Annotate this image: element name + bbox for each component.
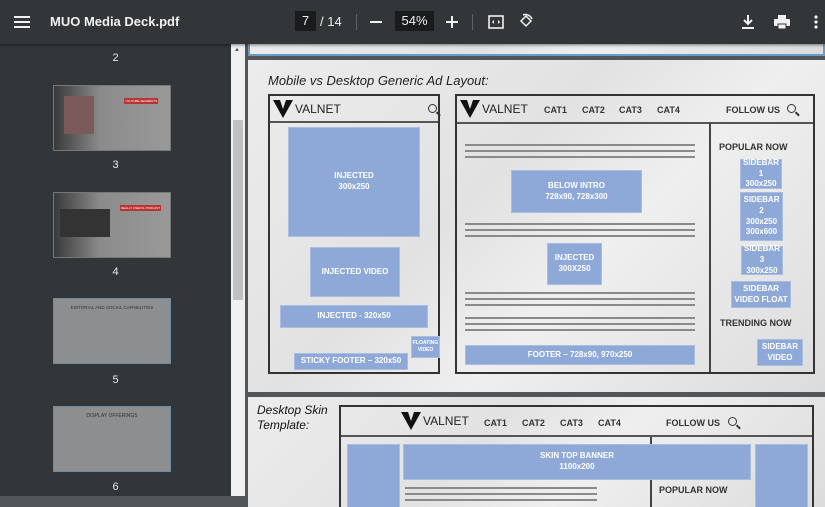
- search-icon: [728, 417, 737, 426]
- heading-line: Template:: [257, 418, 310, 432]
- document-title: MUO Media Deck.pdf: [50, 14, 180, 29]
- scrollbar-thumb[interactable]: [233, 120, 243, 300]
- text-placeholder-lines: [465, 317, 695, 335]
- text-placeholder-lines: [465, 144, 695, 162]
- download-icon[interactable]: [738, 12, 758, 32]
- thumbnail-heading: DISPLAY OFFERINGS: [86, 413, 138, 419]
- thumbnail-heading: YOUTUBE SEGMENTS: [124, 98, 159, 104]
- pdf-page-7: Mobile vs Desktop Generic Ad Layout: VAL…: [248, 60, 825, 392]
- ad-footer: FOOTER – 728x90, 970x250: [465, 345, 695, 365]
- ad-injected-300x250: INJECTED 300x250: [288, 127, 420, 237]
- thumbnail-label[interactable]: 2: [0, 52, 231, 64]
- nav-cat4: CAT4: [657, 105, 680, 115]
- thumbnail-page-3[interactable]: YOUTUBE SEGMENTS: [53, 85, 171, 151]
- follow-us: FOLLOW US: [666, 418, 720, 428]
- follow-us: FOLLOW US: [726, 105, 780, 115]
- heading-line: Desktop Skin: [257, 403, 328, 417]
- thumbnail-image: [64, 96, 94, 134]
- brand-name: VALNET: [423, 414, 469, 428]
- ad-injected-320x50: INJECTED - 320x50: [280, 305, 428, 328]
- scroll-up-arrow-icon[interactable]: ▲: [234, 47, 240, 53]
- text-placeholder-lines: [465, 292, 695, 310]
- text-placeholder-lines: [465, 223, 695, 237]
- ad-below-intro: BELOW INTRO 728x90, 728x300: [511, 170, 642, 213]
- page-total: / 14: [320, 14, 342, 29]
- ad-sidebar-video: SIDEBAR VIDEO: [757, 339, 803, 366]
- thumbnail-heading: EDITORIAL AND SOCIAL CAPABILITIES: [70, 305, 154, 310]
- thumbnail-page-4[interactable]: REALLY USEFUL PODCAST: [53, 192, 171, 258]
- ad-sidebar-1: SIDEBAR 1 300x250: [740, 158, 782, 189]
- ad-sticky-footer: STICKY FOOTER – 320x50: [294, 353, 408, 370]
- search-icon: [428, 104, 437, 113]
- popular-now-heading: POPULAR NOW: [659, 485, 728, 495]
- desktop-layout-frame: VALNET CAT1 CAT2 CAT3 CAT4 FOLLOW US BEL…: [455, 94, 815, 374]
- nav-cat1: CAT1: [484, 418, 507, 428]
- ad-injected-video: INJECTED VIDEO: [310, 247, 400, 297]
- fit-page-icon[interactable]: [486, 12, 506, 32]
- desktop-skin-frame: VALNET CAT1 CAT2 CAT3 CAT4 FOLLOW US SKI…: [339, 405, 814, 507]
- nav-cat4: CAT4: [598, 418, 621, 428]
- ad-skin-top-banner: SKIN TOP BANNER 1100x200: [403, 444, 751, 480]
- thumbnail-image: [60, 209, 110, 237]
- page-heading: Mobile vs Desktop Generic Ad Layout:: [268, 73, 489, 88]
- thumbnail-page-5[interactable]: EDITORIAL AND SOCIAL CAPABILITIES: [53, 298, 171, 364]
- ad-skin-left: [347, 444, 400, 507]
- thumbnail-label[interactable]: 3: [0, 159, 231, 171]
- zoom-input[interactable]: 54%: [395, 11, 434, 31]
- ad-sidebar-2: SIDEBAR 2 300x250 300x600: [740, 192, 783, 241]
- mobile-layout-frame: VALNET INJECTED 300x250 INJECTED VIDEO IN…: [268, 94, 440, 374]
- ad-sidebar-video-float: SIDEBAR VIDEO FLOAT: [731, 281, 791, 308]
- pdf-toolbar: MUO Media Deck.pdf 7 / 14 54%: [0, 0, 825, 44]
- zoom-out-button[interactable]: [368, 12, 384, 32]
- page-heading: Desktop Skin Template:: [257, 403, 328, 433]
- text-placeholder-lines: [405, 487, 597, 505]
- nav-cat3: CAT3: [619, 105, 642, 115]
- pdf-page-6: [248, 44, 825, 56]
- brand-name: VALNET: [482, 102, 528, 116]
- print-icon[interactable]: [772, 12, 792, 32]
- divider: [472, 14, 473, 30]
- thumbnail-page-6[interactable]: DISPLAY OFFERINGS: [53, 406, 171, 472]
- menu-icon[interactable]: [12, 12, 32, 32]
- nav-cat2: CAT2: [522, 418, 545, 428]
- nav-cat3: CAT3: [560, 418, 583, 428]
- divider: [356, 14, 357, 30]
- valnet-logo: VALNET: [460, 100, 528, 118]
- thumbnail-label[interactable]: 4: [0, 266, 231, 278]
- valnet-logo: VALNET: [273, 100, 341, 118]
- ad-skin-right: [755, 444, 808, 507]
- valnet-logo: VALNET: [401, 412, 469, 430]
- nav-cat1: CAT1: [544, 105, 567, 115]
- thumbnail-sidebar: 2 YOUTUBE SEGMENTS 3 REALLY USEFUL PODCA…: [0, 44, 231, 496]
- valnet-logo-icon: [273, 100, 293, 118]
- rotate-icon[interactable]: [516, 11, 536, 31]
- thumbnail-heading: REALLY USEFUL PODCAST: [120, 205, 162, 211]
- zoom-in-button[interactable]: [444, 12, 460, 32]
- nav-cat2: CAT2: [582, 105, 605, 115]
- ad-injected-300x250: INJECTED 300X250: [547, 243, 602, 285]
- pdf-page-8: Desktop Skin Template: VALNET CAT1 CAT2 …: [248, 397, 825, 507]
- thumbnail-label[interactable]: 6: [0, 481, 231, 493]
- page-number-input[interactable]: 7: [295, 11, 316, 31]
- search-icon: [787, 104, 796, 113]
- ad-sidebar-3: SIDEBAR 3 300x250: [741, 244, 783, 275]
- thumbnail-label[interactable]: 5: [0, 374, 231, 386]
- ad-floating-video: FLOATING VIDEO: [411, 336, 440, 358]
- more-options-icon[interactable]: [808, 12, 824, 32]
- trending-now-heading: TRENDING NOW: [720, 318, 792, 328]
- brand-name: VALNET: [295, 102, 341, 116]
- popular-now-heading: POPULAR NOW: [719, 142, 788, 152]
